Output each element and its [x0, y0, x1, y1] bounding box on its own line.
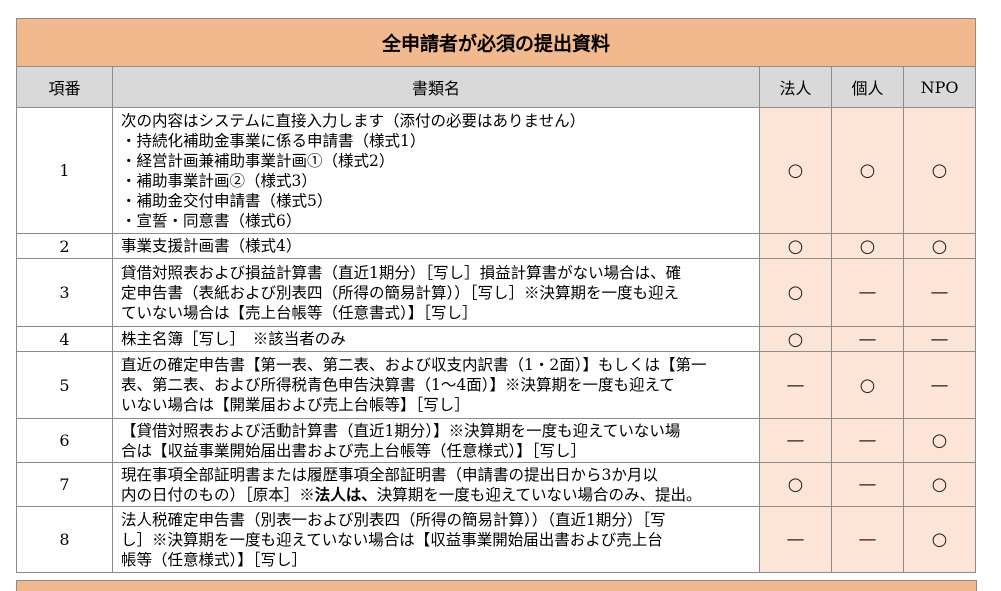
- mark-npo: —: [902, 326, 977, 352]
- document-line: 次の内容はシステムに直接入力します（添付の必要はありません）: [121, 111, 586, 130]
- item-number: 6: [16, 418, 113, 463]
- item-number: 4: [16, 326, 113, 352]
- header-item-number: 項番: [16, 66, 113, 108]
- mark-individual: —: [831, 506, 904, 573]
- document-line: 【貸借対照表および活動計算書（直近1期分）】※決算期を一度も迎えていない場: [121, 421, 681, 440]
- document-line: ていない場合は【売上台帳等（任意書式）】［写し］: [121, 303, 478, 322]
- item-number: 5: [16, 351, 113, 419]
- mark-corporation: —: [759, 506, 832, 573]
- table-row: 4 株主名簿［写し］ ※該当者のみ ○ — —: [16, 326, 977, 352]
- document-name: 直近の確定申告書【第一表、第二表、および収支内訳書（1・2面）】もしくは【第一 …: [112, 351, 760, 419]
- mark-corporation: —: [759, 351, 832, 419]
- document-name: 現在事項全部証明書または履歴事項全部証明書（申請書の提出日から3か月以 内の日付…: [112, 462, 760, 507]
- mark-corporation: ○: [759, 258, 832, 327]
- document-line-text: 内の日付のもの）［原本］※: [121, 485, 315, 504]
- table-row: 2 事業支援計画書（様式4） ○ ○ ○: [16, 233, 977, 259]
- document-line: 株主名簿［写し］ ※該当者のみ: [121, 330, 346, 348]
- mark-npo: ○: [902, 418, 977, 463]
- document-name: 【貸借対照表および活動計算書（直近1期分）】※決算期を一度も迎えていない場 合は…: [112, 418, 760, 463]
- item-number: 7: [16, 462, 113, 507]
- header-individual: 個人: [831, 66, 904, 108]
- document-line: 現在事項全部証明書または履歴事項全部証明書（申請書の提出日から3か月以: [121, 465, 658, 484]
- mark-npo: —: [902, 351, 977, 419]
- document-line: ・経営計画兼補助事業計画①（様式2）: [121, 151, 395, 170]
- document-line: 法人税確定申告書（別表一および別表四（所得の簡易計算））（直近1期分）［写: [121, 510, 666, 529]
- document-line: 内の日付のもの）［原本］※法人は、決算期を一度も迎えていない場合のみ、提出。: [121, 485, 755, 505]
- document-line: 事業支援計画書（様式4）: [121, 237, 302, 255]
- document-line-text: 決算期を一度も迎えていない場合のみ、提出。: [376, 485, 702, 504]
- document-name: 株主名簿［写し］ ※該当者のみ: [112, 326, 760, 352]
- document-name: 事業支援計画書（様式4）: [112, 233, 760, 259]
- table-title: 全申請者が必須の提出資料: [15, 18, 977, 67]
- mark-npo: ○: [902, 107, 977, 234]
- table-title-row: 全申請者が必須の提出資料: [15, 18, 977, 67]
- next-section-header-strip: [16, 580, 977, 591]
- mark-npo: ○: [902, 233, 977, 259]
- item-number: 2: [16, 233, 113, 259]
- document-line: ・持続化補助金事業に係る申請書（様式1）: [121, 131, 426, 150]
- document-line: し］※決算期を一度も迎えていない場合は【収益事業開始届出書および売上台: [121, 530, 663, 549]
- mark-npo: ○: [902, 506, 977, 573]
- document-line: いない場合は【開業届および売上台帳等】［写し］: [121, 396, 470, 414]
- header-corporation: 法人: [759, 66, 832, 108]
- mark-individual: —: [831, 418, 904, 463]
- document-line: ・補助事業計画②（様式3）: [121, 171, 317, 190]
- item-number: 1: [16, 107, 113, 234]
- mark-corporation: ○: [759, 107, 832, 234]
- document-line: 帳等（任意様式）】［写し］: [121, 550, 308, 569]
- table-row: 5 直近の確定申告書【第一表、第二表、および収支内訳書（1・2面）】もしくは【第…: [16, 351, 977, 419]
- mark-individual: —: [831, 258, 904, 327]
- mark-corporation: ○: [759, 462, 832, 507]
- document-line: 直近の確定申告書【第一表、第二表、および収支内訳書（1・2面）】もしくは【第一: [121, 356, 707, 374]
- emphasis-text: 法人は、: [314, 484, 377, 504]
- document-line: 定申告書（表紙および別表四（所得の簡易計算））［写し］※決算期を一度も迎え: [121, 283, 680, 302]
- document-line: 貸借対照表および損益計算書（直近1期分）［写し］損益計算書がない場合は、確: [121, 263, 682, 282]
- required-documents-table: 全申請者が必須の提出資料 項番 書類名 法人 個人 NPO 1 次の内容はシステ…: [15, 18, 977, 573]
- mark-corporation: ○: [759, 326, 832, 352]
- document-line: 表、第二表、および所得税青色申告決算書（1～4面）】※決算期を一度も迎えて: [121, 376, 675, 394]
- document-line: 合は【収益事業開始届出書および売上台帳等（任意様式）】［写し］: [121, 441, 587, 460]
- mark-npo: —: [902, 258, 977, 327]
- document-name: 貸借対照表および損益計算書（直近1期分）［写し］損益計算書がない場合は、確 定申…: [112, 258, 760, 327]
- item-number: 3: [16, 258, 113, 327]
- table-row: 6 【貸借対照表および活動計算書（直近1期分）】※決算期を一度も迎えていない場 …: [16, 418, 977, 463]
- document-name: 次の内容はシステムに直接入力します（添付の必要はありません） ・持続化補助金事業…: [112, 107, 760, 234]
- document-name: 法人税確定申告書（別表一および別表四（所得の簡易計算））（直近1期分）［写 し］…: [112, 506, 760, 573]
- mark-individual: ○: [831, 107, 904, 234]
- column-header-row: 項番 書類名 法人 個人 NPO: [16, 66, 977, 108]
- mark-individual: —: [831, 462, 904, 507]
- document-line: ・補助金交付申請書（様式5）: [121, 191, 333, 210]
- mark-individual: ○: [831, 351, 904, 419]
- mark-corporation: —: [759, 418, 832, 463]
- header-document-name: 書類名: [112, 66, 760, 108]
- header-npo: NPO: [902, 66, 977, 108]
- table-row: 3 貸借対照表および損益計算書（直近1期分）［写し］損益計算書がない場合は、確 …: [16, 258, 977, 327]
- table-row: 7 現在事項全部証明書または履歴事項全部証明書（申請書の提出日から3か月以 内の…: [16, 462, 977, 507]
- mark-individual: —: [831, 326, 904, 352]
- mark-corporation: ○: [759, 233, 832, 259]
- mark-individual: ○: [831, 233, 904, 259]
- table-row: 1 次の内容はシステムに直接入力します（添付の必要はありません） ・持続化補助金…: [16, 107, 977, 234]
- document-line: ・宣誓・同意書（様式6）: [121, 211, 302, 230]
- item-number: 8: [16, 506, 113, 573]
- table-row: 8 法人税確定申告書（別表一および別表四（所得の簡易計算））（直近1期分）［写 …: [16, 506, 977, 573]
- mark-npo: ○: [902, 462, 977, 507]
